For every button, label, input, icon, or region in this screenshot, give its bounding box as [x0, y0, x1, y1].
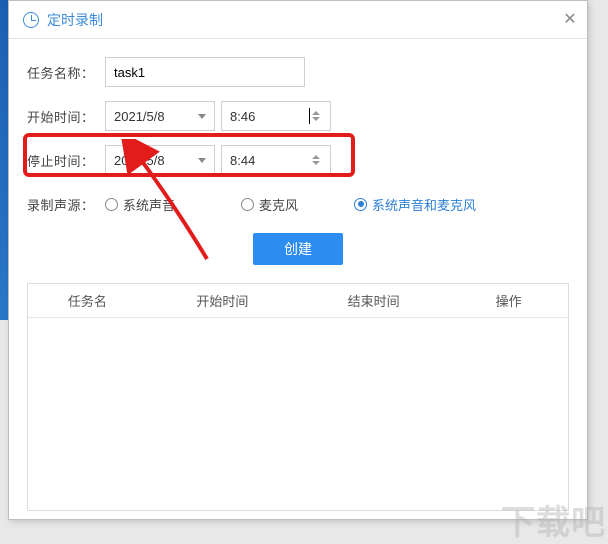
- start-time-picker[interactable]: 8:46: [221, 101, 331, 131]
- row-start-time: 开始时间： 2021/5/8 8:46: [27, 101, 569, 131]
- col-task-name: 任务名: [28, 291, 147, 310]
- row-stop-time: 停止时间： 2021/5/8 8:44: [27, 145, 569, 175]
- background-accent: [0, 0, 8, 320]
- stop-date-value: 2021/5/8: [114, 153, 198, 168]
- start-date-picker[interactable]: 2021/5/8: [105, 101, 215, 131]
- create-button[interactable]: 创建: [253, 233, 343, 265]
- arrow-down-icon: [312, 117, 320, 121]
- arrow-up-icon: [312, 155, 320, 159]
- scheduled-recording-dialog: 定时录制 ✕ 任务名称： 开始时间： 2021/5/8 8:46 停: [8, 0, 588, 520]
- radio-icon: [105, 198, 118, 211]
- col-end-time: 结束时间: [298, 291, 449, 310]
- col-action: 操作: [449, 291, 568, 310]
- radio-item-both[interactable]: 系统声音和麦克风: [354, 195, 476, 214]
- audio-radio-group: 系统声音 麦克风 系统声音和麦克风: [105, 195, 476, 214]
- time-spinner[interactable]: [310, 146, 322, 174]
- stop-time-value: 8:44: [230, 153, 310, 168]
- arrow-up-icon: [312, 111, 320, 115]
- form-area: 任务名称： 开始时间： 2021/5/8 8:46 停止时间： 2021/5/8: [9, 39, 587, 265]
- label-task-name: 任务名称：: [27, 63, 105, 82]
- task-name-input[interactable]: [105, 57, 305, 87]
- row-audio-source: 录制声源： 系统声音 麦克风 系统声音和麦克风: [27, 189, 569, 219]
- title-bar: 定时录制 ✕: [9, 1, 587, 39]
- radio-icon: [241, 198, 254, 211]
- chevron-down-icon: [198, 158, 206, 163]
- radio-label-system: 系统声音: [123, 195, 175, 214]
- radio-item-mic[interactable]: 麦克风: [241, 195, 298, 214]
- time-spinner[interactable]: [310, 102, 322, 130]
- clock-icon: [23, 12, 39, 28]
- start-time-value: 8:46: [230, 109, 313, 124]
- chevron-down-icon: [198, 114, 206, 119]
- dialog-title: 定时录制: [47, 10, 103, 30]
- col-start-time: 开始时间: [147, 291, 298, 310]
- stop-date-picker[interactable]: 2021/5/8: [105, 145, 215, 175]
- arrow-down-icon: [312, 161, 320, 165]
- close-button[interactable]: ✕: [561, 11, 579, 29]
- radio-label-mic: 麦克风: [259, 195, 298, 214]
- radio-item-system[interactable]: 系统声音: [105, 195, 175, 214]
- start-date-value: 2021/5/8: [114, 109, 198, 124]
- label-stop-time: 停止时间：: [27, 151, 105, 170]
- table-header-row: 任务名 开始时间 结束时间 操作: [28, 284, 568, 318]
- radio-icon-checked: [354, 198, 367, 211]
- row-task-name: 任务名称：: [27, 57, 569, 87]
- task-table: 任务名 开始时间 结束时间 操作: [27, 283, 569, 511]
- radio-label-both: 系统声音和麦克风: [372, 195, 476, 214]
- label-start-time: 开始时间：: [27, 107, 105, 126]
- watermark-text: 下载吧: [501, 495, 606, 544]
- stop-time-picker[interactable]: 8:44: [221, 145, 331, 175]
- label-audio-source: 录制声源：: [27, 195, 105, 214]
